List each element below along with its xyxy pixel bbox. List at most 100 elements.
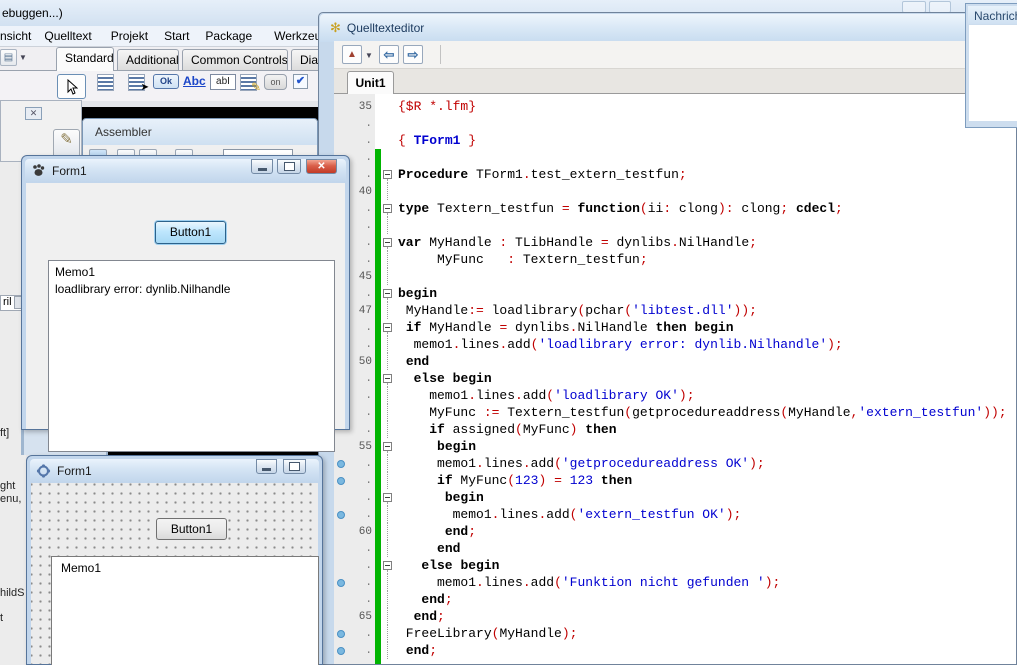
debug-line-dot[interactable]: [337, 460, 345, 468]
line-number[interactable]: .: [348, 237, 372, 249]
menu-projekt[interactable]: Projekt: [111, 29, 148, 43]
line-number[interactable]: .: [348, 288, 372, 300]
code-line[interactable]: .: [334, 149, 1016, 166]
tlabel-icon[interactable]: Abc: [183, 74, 206, 88]
fold-collapse-icon[interactable]: [383, 238, 392, 247]
line-number[interactable]: 55: [348, 441, 372, 453]
code-line[interactable]: 65 end;: [334, 608, 1016, 625]
line-number[interactable]: .: [348, 135, 372, 147]
line-number[interactable]: 60: [348, 526, 372, 538]
fold-collapse-icon[interactable]: [383, 289, 392, 298]
line-number[interactable]: .: [348, 594, 372, 606]
button1[interactable]: Button1: [155, 221, 226, 244]
debug-line-dot[interactable]: [337, 511, 345, 519]
debug-marker-column[interactable]: [334, 132, 348, 149]
code-line[interactable]: . if MyHandle = dynlibs.NilHandle then b…: [334, 319, 1016, 336]
fold-column[interactable]: [381, 489, 395, 506]
fold-column[interactable]: [381, 523, 395, 540]
line-number[interactable]: .: [348, 118, 372, 130]
code-line[interactable]: . MyFunc := Textern_testfun(getprocedure…: [334, 404, 1016, 421]
fold-column[interactable]: [381, 625, 395, 642]
line-number[interactable]: 50: [348, 356, 372, 368]
line-number[interactable]: .: [348, 509, 372, 521]
tmemo-icon[interactable]: ✎: [240, 74, 257, 91]
fold-column[interactable]: [381, 506, 395, 523]
line-number[interactable]: .: [348, 373, 372, 385]
tab-dialogs[interactable]: Dial: [291, 49, 321, 70]
code-line[interactable]: .begin: [334, 285, 1016, 302]
code-line[interactable]: . memo1.lines.add('getprocedureaddress O…: [334, 455, 1016, 472]
new-unit-icon[interactable]: ▤: [0, 49, 17, 66]
fold-collapse-icon[interactable]: [383, 442, 392, 451]
fold-column[interactable]: [381, 574, 395, 591]
memo1[interactable]: Memo1 loadlibrary error: dynlib.Nilhandl…: [48, 260, 335, 452]
maximize-button[interactable]: [283, 459, 306, 474]
line-number[interactable]: .: [348, 543, 372, 555]
fold-collapse-icon[interactable]: [383, 561, 392, 570]
code-line[interactable]: . memo1.lines.add('loadlibrary OK');: [334, 387, 1016, 404]
code-line[interactable]: .: [334, 115, 1016, 132]
code-line[interactable]: .: [334, 217, 1016, 234]
line-number[interactable]: .: [348, 407, 372, 419]
menu-package[interactable]: Package: [205, 29, 252, 43]
code-line[interactable]: 50 end: [334, 353, 1016, 370]
debug-marker-column[interactable]: [334, 98, 348, 115]
code-editor[interactable]: 35{$R *.lfm}..{ TForm1 }..Procedure TFor…: [334, 94, 1016, 664]
line-number[interactable]: .: [348, 339, 372, 351]
tpopupmenu-icon[interactable]: ➤: [128, 74, 145, 91]
debug-line-dot[interactable]: [337, 630, 345, 638]
fold-column[interactable]: [381, 404, 395, 421]
minimize-button[interactable]: [256, 459, 277, 474]
code-line[interactable]: . memo1.lines.add('extern_testfun OK');: [334, 506, 1016, 523]
code-line[interactable]: 45: [334, 268, 1016, 285]
new-unit-dropdown-icon[interactable]: ▼: [19, 53, 27, 62]
debug-marker-column[interactable]: [334, 557, 348, 574]
debug-marker-column[interactable]: [334, 574, 348, 591]
fold-column[interactable]: [381, 336, 395, 353]
brush-icon[interactable]: ✎: [53, 129, 80, 158]
code-line[interactable]: . if assigned(MyFunc) then: [334, 421, 1016, 438]
line-number[interactable]: .: [348, 662, 372, 665]
debug-marker-column[interactable]: [334, 115, 348, 132]
code-line[interactable]: . end;: [334, 591, 1016, 608]
code-line[interactable]: 35{$R *.lfm}: [334, 98, 1016, 115]
jump-dropdown-icon[interactable]: ▼: [365, 51, 373, 60]
fold-collapse-icon[interactable]: [383, 323, 392, 332]
line-number[interactable]: 40: [348, 186, 372, 198]
fold-column[interactable]: [381, 132, 395, 149]
debug-marker-column[interactable]: [334, 489, 348, 506]
line-number[interactable]: .: [348, 220, 372, 232]
debug-marker-column[interactable]: [334, 540, 348, 557]
fold-column[interactable]: [381, 608, 395, 625]
fold-column[interactable]: [381, 421, 395, 438]
memo1-design[interactable]: Memo1: [51, 556, 319, 665]
designer-form-window[interactable]: Form1 Button1 Memo1: [26, 455, 323, 665]
button1-design[interactable]: Button1: [156, 518, 227, 540]
line-number[interactable]: .: [348, 322, 372, 334]
fold-column[interactable]: [381, 642, 395, 659]
ttogglebox-icon[interactable]: on: [264, 74, 287, 90]
fold-column[interactable]: [381, 540, 395, 557]
code-line[interactable]: . FreeLibrary(MyHandle);: [334, 625, 1016, 642]
code-line[interactable]: . else begin: [334, 557, 1016, 574]
code-line[interactable]: .Procedure TForm1.test_extern_testfun;: [334, 166, 1016, 183]
fold-column[interactable]: [381, 557, 395, 574]
messages-window[interactable]: Nachricht: [965, 3, 1017, 128]
fold-collapse-icon[interactable]: [383, 170, 392, 179]
code-line[interactable]: . MyFunc : Textern_testfun;: [334, 251, 1016, 268]
fold-column[interactable]: [381, 200, 395, 217]
line-number[interactable]: .: [348, 152, 372, 164]
code-line[interactable]: . if MyFunc(123) = 123 then: [334, 472, 1016, 489]
code-line[interactable]: .var MyHandle : TLibHandle = dynlibs.Nil…: [334, 234, 1016, 251]
debug-line-dot[interactable]: [337, 579, 345, 587]
line-number[interactable]: .: [348, 645, 372, 657]
line-number[interactable]: .: [348, 577, 372, 589]
fold-column[interactable]: [381, 98, 395, 115]
code-line[interactable]: .type Textern_testfun = function(ii: clo…: [334, 200, 1016, 217]
debug-marker-column[interactable]: [334, 506, 348, 523]
debug-marker-column[interactable]: [334, 625, 348, 642]
tab-unit1[interactable]: Unit1: [347, 71, 394, 94]
run-form-window[interactable]: Form1 ✕ Button1 Memo1 loadlibrary error:…: [21, 155, 350, 430]
code-line[interactable]: 47 MyHandle:= loadlibrary(pchar('libtest…: [334, 302, 1016, 319]
code-line[interactable]: . end;: [334, 642, 1016, 659]
